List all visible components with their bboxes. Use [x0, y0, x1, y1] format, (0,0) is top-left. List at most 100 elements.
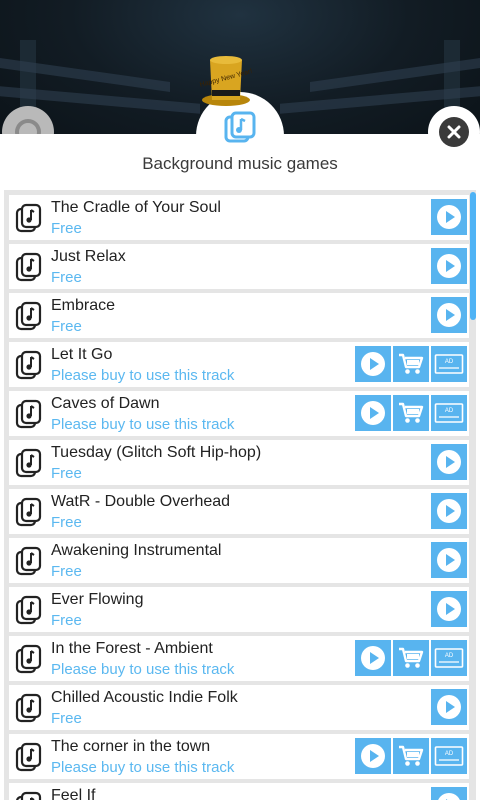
track-row[interactable]: Just Relax Free [9, 244, 469, 289]
track-status: Free [51, 514, 82, 531]
ad-label: AD [445, 359, 454, 365]
track-name: Caves of Dawn [51, 395, 160, 412]
music-track-icon [15, 546, 43, 576]
play-icon [361, 744, 385, 768]
play-icon [437, 205, 461, 229]
track-status: Free [51, 220, 82, 237]
play-button[interactable] [431, 297, 467, 333]
track-status: Free [51, 612, 82, 629]
panel-title: Background music games [142, 154, 338, 173]
track-name: WatR - Double Overhead [51, 493, 231, 510]
screen: Happy New Year! Background music games T… [0, 0, 480, 800]
track-status: Please buy to use this track [51, 759, 235, 776]
scrollbar[interactable] [470, 192, 476, 320]
play-button[interactable] [431, 591, 467, 627]
ad-video-icon: AD [434, 746, 464, 766]
track-name: The corner in the town [51, 738, 211, 755]
track-row[interactable]: Tuesday (Glitch Soft Hip-hop) Free [9, 440, 469, 485]
track-name: The Cradle of Your Soul [51, 199, 221, 216]
play-icon [361, 401, 385, 425]
track-row[interactable]: WatR - Double Overhead Free [9, 489, 469, 534]
play-icon [437, 597, 461, 621]
track-name: Awakening Instrumental [51, 542, 222, 559]
track-row[interactable]: Embrace Free [9, 293, 469, 338]
track-row[interactable]: Awakening Instrumental Free [9, 538, 469, 583]
close-icon [447, 125, 461, 139]
watch-ad-button[interactable]: AD [431, 738, 467, 774]
track-row[interactable]: Chilled Acoustic Indie Folk Free [9, 685, 469, 730]
ad-video-icon: AD [434, 403, 464, 423]
track-name: Chilled Acoustic Indie Folk [51, 689, 238, 706]
music-track-icon [15, 791, 43, 800]
music-track-icon [15, 448, 43, 478]
play-button[interactable] [431, 248, 467, 284]
buy-button[interactable] [393, 738, 429, 774]
play-button[interactable] [355, 395, 391, 431]
music-track-icon [15, 203, 43, 233]
track-name: Ever Flowing [51, 591, 144, 608]
play-icon [437, 695, 461, 719]
ad-label: AD [445, 751, 454, 757]
close-button[interactable] [428, 106, 480, 158]
music-track-icon [15, 350, 43, 380]
ad-video-icon: AD [434, 648, 464, 668]
music-track-icon [15, 399, 43, 429]
play-button[interactable] [431, 199, 467, 235]
play-icon [361, 352, 385, 376]
play-button[interactable] [355, 738, 391, 774]
track-status: Free [51, 563, 82, 580]
track-name: Embrace [51, 297, 116, 314]
play-button[interactable] [431, 444, 467, 480]
track-status: Free [51, 269, 82, 286]
play-button[interactable] [355, 640, 391, 676]
party-hat-icon: Happy New Year! [199, 56, 253, 106]
ad-label: AD [445, 653, 454, 659]
cart-icon [399, 402, 424, 423]
play-button[interactable] [431, 493, 467, 529]
play-icon [437, 450, 461, 474]
track-status: Free [51, 465, 82, 482]
watch-ad-button[interactable]: AD [431, 395, 467, 431]
music-track-icon [15, 644, 43, 674]
music-track-icon [15, 742, 43, 772]
play-button[interactable] [431, 689, 467, 725]
track-row[interactable]: Caves of Dawn Please buy to use this trac… [9, 391, 469, 436]
track-row[interactable]: Ever Flowing Free [9, 587, 469, 632]
track-name: Just Relax [51, 248, 126, 265]
music-track-icon [15, 301, 43, 331]
music-folder-icon [224, 111, 256, 143]
track-status: Please buy to use this track [51, 416, 235, 433]
buy-button[interactable] [393, 640, 429, 676]
track-row[interactable]: The Cradle of Your Soul Free [9, 195, 469, 240]
music-track-icon [15, 595, 43, 625]
watch-ad-button[interactable]: AD [431, 346, 467, 382]
ad-video-icon: AD [434, 354, 464, 374]
track-row[interactable]: In the Forest - Ambient Please buy to use… [9, 636, 469, 681]
ad-label: AD [445, 408, 454, 414]
play-icon [437, 548, 461, 572]
play-button[interactable] [355, 346, 391, 382]
track-name: Tuesday (Glitch Soft Hip-hop) [51, 444, 262, 461]
track-name: Feel If [51, 787, 96, 800]
buy-button[interactable] [393, 346, 429, 382]
track-row[interactable]: The corner in the town Please buy to use … [9, 734, 469, 779]
buy-button[interactable] [393, 395, 429, 431]
cart-icon [399, 353, 424, 374]
track-row[interactable]: Feel If [9, 783, 469, 800]
music-track-icon [15, 693, 43, 723]
cart-icon [399, 745, 424, 766]
track-list[interactable]: The Cradle of Your Soul Free Just Relax Fr… [4, 190, 476, 800]
play-icon [437, 303, 461, 327]
play-button[interactable] [431, 542, 467, 578]
play-button[interactable] [431, 787, 467, 800]
track-status: Please buy to use this track [51, 367, 235, 384]
cart-icon [399, 647, 424, 668]
track-status: Please buy to use this track [51, 661, 235, 678]
track-row[interactable]: Let It Go Please buy to use this track AD [9, 342, 469, 387]
play-icon [437, 793, 461, 800]
watch-ad-button[interactable]: AD [431, 640, 467, 676]
play-icon [361, 646, 385, 670]
track-name: In the Forest - Ambient [51, 640, 213, 657]
track-status: Free [51, 710, 82, 727]
play-icon [437, 254, 461, 278]
